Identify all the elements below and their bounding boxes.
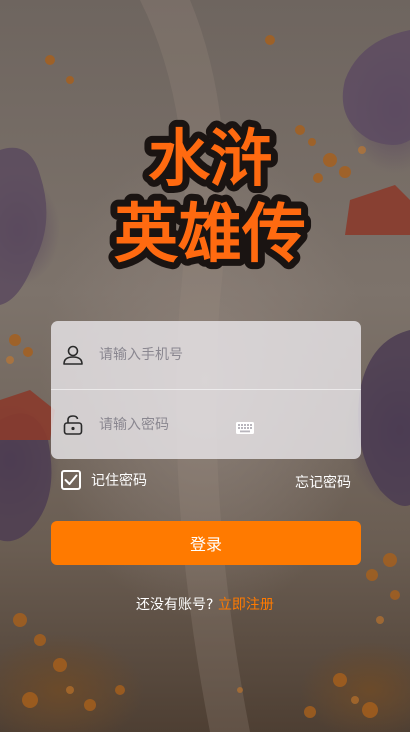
user-icon — [61, 343, 85, 367]
logo-line1: 水浒 — [148, 122, 272, 195]
phone-input[interactable] — [99, 321, 269, 389]
game-logo: 水浒 水浒 英雄传 英雄传 — [70, 108, 350, 278]
lock-icon — [61, 413, 85, 437]
logo-text: 水浒 水浒 英雄传 英雄传 — [107, 115, 313, 278]
keyboard-icon[interactable] — [236, 419, 254, 434]
checkmark-icon — [64, 474, 78, 485]
logo-line2: 英雄传 — [114, 198, 306, 272]
forgot-password-link[interactable]: 忘记密码 — [295, 472, 351, 492]
register-prompt: 还没有账号? — [136, 597, 214, 613]
login-options: 记住密码 忘记密码 — [61, 470, 351, 496]
register-prompt-row: 还没有账号? 立即注册 — [0, 594, 410, 614]
phone-field — [51, 321, 361, 389]
register-link[interactable]: 立即注册 — [218, 597, 274, 613]
password-field — [51, 389, 361, 459]
remember-password-toggle[interactable]: 记住密码 — [61, 470, 147, 490]
remember-checkbox[interactable] — [61, 470, 81, 490]
remember-label: 记住密码 — [91, 473, 147, 489]
login-button[interactable]: 登录 — [51, 521, 361, 565]
login-form — [51, 321, 361, 459]
